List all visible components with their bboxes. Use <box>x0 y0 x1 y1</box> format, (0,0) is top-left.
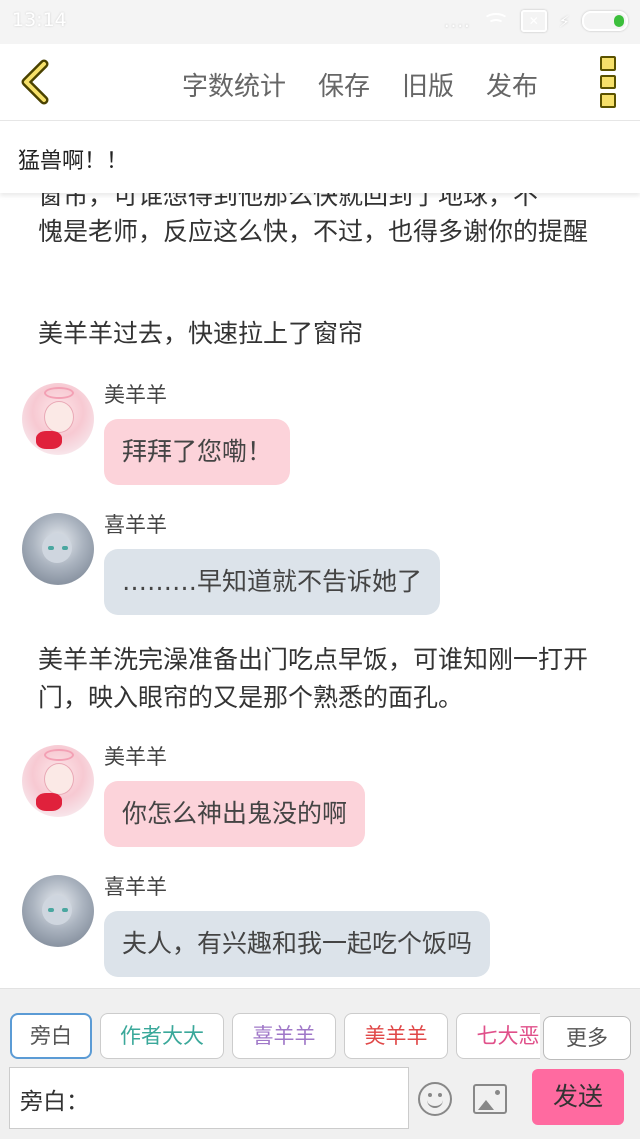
word-count-button[interactable]: 字数统计 <box>182 66 286 103</box>
composer: 旁白 作者大大 喜羊羊 美羊羊 七大恶 更多 旁白： 发送 <box>0 988 640 1139</box>
save-button[interactable]: 保存 <box>318 66 370 103</box>
status-time: 13:14 <box>12 9 67 31</box>
back-arrow-icon[interactable] <box>16 58 56 106</box>
toolbar-actions: 字数统计 保存 旧版 发布 <box>182 66 538 103</box>
image-icon[interactable] <box>473 1084 507 1114</box>
old-version-button[interactable]: 旧版 <box>402 66 454 103</box>
chat-message[interactable]: 美羊羊 你怎么神出鬼没的啊 <box>22 745 622 865</box>
role-chip-qidae[interactable]: 七大恶 <box>456 1013 540 1059</box>
role-chip-meiyangyang[interactable]: 美羊羊 <box>344 1013 448 1059</box>
message-input[interactable] <box>88 1076 402 1122</box>
speaker-name: 喜羊羊 <box>104 513 167 537</box>
send-button[interactable]: 发送 <box>532 1069 624 1125</box>
status-bar: 13:14 .... ✕ ⚡ <box>0 0 640 44</box>
narration-text: 愧是老师，反应这么快，不过，也得多谢你的提醒 <box>38 217 589 246</box>
message-bubble: 你怎么神出鬼没的啊 <box>104 781 366 847</box>
role-chip-author[interactable]: 作者大大 <box>100 1013 224 1059</box>
wifi-icon <box>482 11 509 31</box>
story-title: 猛兽啊！！ <box>18 149 129 174</box>
story-feed[interactable]: 窗帘，可谁想得到他那么快就回到了地球，不 愧是老师，反应这么快，不过，也得多谢你… <box>0 193 640 988</box>
message-input-box[interactable]: 旁白： <box>9 1067 409 1129</box>
narration-clipped: 窗帘，可谁想得到他那么快就回到了地球，不 <box>38 193 539 210</box>
chat-message[interactable]: 美羊羊 拜拜了您嘞！ <box>22 383 622 503</box>
speaker-name: 美羊羊 <box>104 383 167 407</box>
chat-message[interactable]: 喜羊羊 ………早知道就不告诉她了 <box>22 513 622 633</box>
avatar <box>22 513 94 585</box>
signal-dots-icon: .... <box>443 10 471 32</box>
emoji-icon[interactable] <box>418 1082 452 1116</box>
story-title-bar[interactable]: 猛兽啊！！ <box>0 121 640 193</box>
role-chip-xiyangyang[interactable]: 喜羊羊 <box>232 1013 336 1059</box>
avatar <box>22 745 94 817</box>
publish-button[interactable]: 发布 <box>486 66 538 103</box>
editor-toolbar: 字数统计 保存 旧版 发布 <box>0 44 640 121</box>
role-chip-narration[interactable]: 旁白 <box>10 1013 92 1059</box>
message-bubble: ………早知道就不告诉她了 <box>104 549 441 615</box>
speaker-name: 喜羊羊 <box>104 875 167 899</box>
chat-message[interactable]: 喜羊羊 夫人，有兴趣和我一起吃个饭吗 <box>22 875 622 988</box>
message-bubble: 夫人，有兴趣和我一起吃个饭吗 <box>104 911 491 977</box>
avatar <box>22 383 94 455</box>
charging-icon: ⚡ <box>558 11 570 31</box>
input-role-label: 旁白： <box>20 1089 89 1115</box>
more-menu-icon[interactable] <box>600 56 616 109</box>
narration-text: 美羊羊过去，快速拉上了窗帘 <box>38 319 364 348</box>
speaker-name: 美羊羊 <box>104 745 167 769</box>
avatar <box>22 875 94 947</box>
battery-icon <box>582 11 628 31</box>
role-selector: 旁白 作者大大 喜羊羊 美羊羊 七大恶 <box>10 1013 540 1061</box>
status-icons: .... ✕ ⚡ <box>444 10 628 32</box>
narration-text: 美羊羊洗完澡准备出门吃点早饭，可谁知刚一打开门，映入眼帘的又是那个熟悉的面孔。 <box>38 645 589 712</box>
no-sim-icon: ✕ <box>520 10 547 32</box>
message-bubble: 拜拜了您嘞！ <box>104 419 291 485</box>
more-roles-button[interactable]: 更多 <box>543 1016 631 1060</box>
